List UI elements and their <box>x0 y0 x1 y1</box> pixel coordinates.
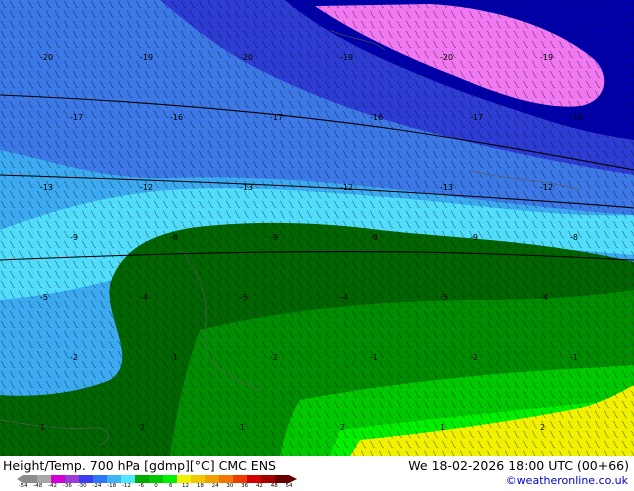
contour-value-label: -16 <box>570 113 583 122</box>
colorbar-arrow-right <box>289 475 297 483</box>
contour-value-label: -9 <box>270 233 278 242</box>
contour-value-label: -12 <box>340 183 353 192</box>
contour-label-texture <box>0 0 634 456</box>
contour-value-label: -5 <box>440 293 448 302</box>
colorbar-tick-label: -54 <box>18 483 28 489</box>
colorbar-swatch <box>135 475 150 483</box>
contour-value-label: -19 <box>540 53 553 62</box>
colorbar-swatch <box>121 475 136 483</box>
colorbar-swatch <box>107 475 122 483</box>
contour-value-label: -1 <box>170 353 178 362</box>
colorbar-swatch <box>261 475 276 483</box>
contour-value-label: -17 <box>70 113 83 122</box>
contour-value-label: -8 <box>570 233 578 242</box>
colorbar-swatch <box>247 475 262 483</box>
contour-value-label: -13 <box>240 183 253 192</box>
colorbar-tick-label: 54 <box>285 483 293 489</box>
contour-value-label: -4 <box>140 293 148 302</box>
contour-value-label: -2 <box>70 353 78 362</box>
contour-value-label: -2 <box>470 353 478 362</box>
valid-time: We 18-02-2026 18:00 UTC (00+66) <box>408 458 629 473</box>
contour-value-label: -13 <box>440 183 453 192</box>
colorbar-swatch <box>177 475 192 483</box>
colorbar-swatch <box>191 475 206 483</box>
colorbar-swatch <box>163 475 178 483</box>
contour-value-label: -1 <box>370 353 378 362</box>
contour-value-label: -5 <box>240 293 248 302</box>
contour-value-label: 2 <box>140 423 145 432</box>
contour-value-label: -12 <box>140 183 153 192</box>
colorbar-tick-label: -24 <box>92 483 102 489</box>
contour-value-label: 1 <box>240 423 245 432</box>
colorbar-tick-label: 48 <box>270 483 278 489</box>
colorbar-swatch <box>233 475 248 483</box>
colorbar-swatch <box>23 475 38 483</box>
contour-value-label: 1 <box>440 423 445 432</box>
contour-value-label: -17 <box>470 113 483 122</box>
contour-value-label: -17 <box>270 113 283 122</box>
colorbar-swatch <box>205 475 220 483</box>
colorbar-tick-label: 36 <box>241 483 249 489</box>
colorbar-tick-label: 6 <box>169 483 173 489</box>
contour-value-label: -20 <box>40 53 53 62</box>
contour-value-label: -8 <box>370 233 378 242</box>
contour-value-label: -1 <box>570 353 578 362</box>
color-scale-bar <box>17 475 297 483</box>
colorbar-tick-label: -36 <box>62 483 72 489</box>
colorbar-swatch <box>93 475 108 483</box>
temperature-map-canvas: -20 -19 -20 -19 -20 -19 -17 -16 -17 -16 -17 -16 -13 -… <box>0 0 634 456</box>
contour-value-label: 2 <box>340 423 345 432</box>
credit-link[interactable]: ©weatheronline.co.uk <box>506 474 628 487</box>
map-footer: Height/Temp. 700 hPa [gdmp][°C] CMC ENS … <box>0 456 634 490</box>
colorbar-tick-label: 24 <box>211 483 219 489</box>
contour-value-label: 1 <box>40 423 45 432</box>
contour-value-label: -19 <box>340 53 353 62</box>
contour-value-label: -5 <box>40 293 48 302</box>
contour-value-label: -9 <box>70 233 78 242</box>
weather-map: -20 -19 -20 -19 -20 -19 -17 -16 -17 -16 -17 -16 -13 -… <box>0 0 634 456</box>
map-title: Height/Temp. 700 hPa [gdmp][°C] CMC ENS <box>3 458 276 473</box>
colorbar-swatch <box>51 475 66 483</box>
contour-value-label: 2 <box>540 423 545 432</box>
colorbar-tick-label: -12 <box>121 483 131 489</box>
contour-value-label: -19 <box>140 53 153 62</box>
contour-value-label: -12 <box>540 183 553 192</box>
contour-value-label: -13 <box>40 183 53 192</box>
colorbar-tick-label: -42 <box>48 483 58 489</box>
colorbar-swatch <box>65 475 80 483</box>
colorbar-swatch <box>149 475 164 483</box>
colorbar-tick-label: -48 <box>33 483 43 489</box>
contour-value-label: -2 <box>270 353 278 362</box>
contour-value-label: -16 <box>170 113 183 122</box>
colorbar-tick-label: -6 <box>138 483 144 489</box>
colorbar-tick-label: -18 <box>107 483 117 489</box>
colorbar-swatch <box>37 475 52 483</box>
colorbar-tick-label: 18 <box>196 483 204 489</box>
contour-value-label: -8 <box>170 233 178 242</box>
colorbar-swatch <box>275 475 290 483</box>
contour-value-label: -4 <box>340 293 348 302</box>
colorbar-tick-label: 12 <box>182 483 190 489</box>
contour-value-label: -16 <box>370 113 383 122</box>
colorbar-tick-label: -30 <box>77 483 87 489</box>
colorbar-tick-label: 42 <box>255 483 263 489</box>
colorbar-tick-label: 0 <box>154 483 158 489</box>
contour-value-label: -9 <box>470 233 478 242</box>
contour-value-label: -20 <box>440 53 453 62</box>
colorbar-swatch <box>79 475 94 483</box>
colorbar-arrow-left <box>17 475 23 483</box>
contour-value-label: -20 <box>240 53 253 62</box>
colorbar-swatch <box>219 475 234 483</box>
contour-value-label: -4 <box>540 293 548 302</box>
colorbar-tick-label: 30 <box>226 483 234 489</box>
